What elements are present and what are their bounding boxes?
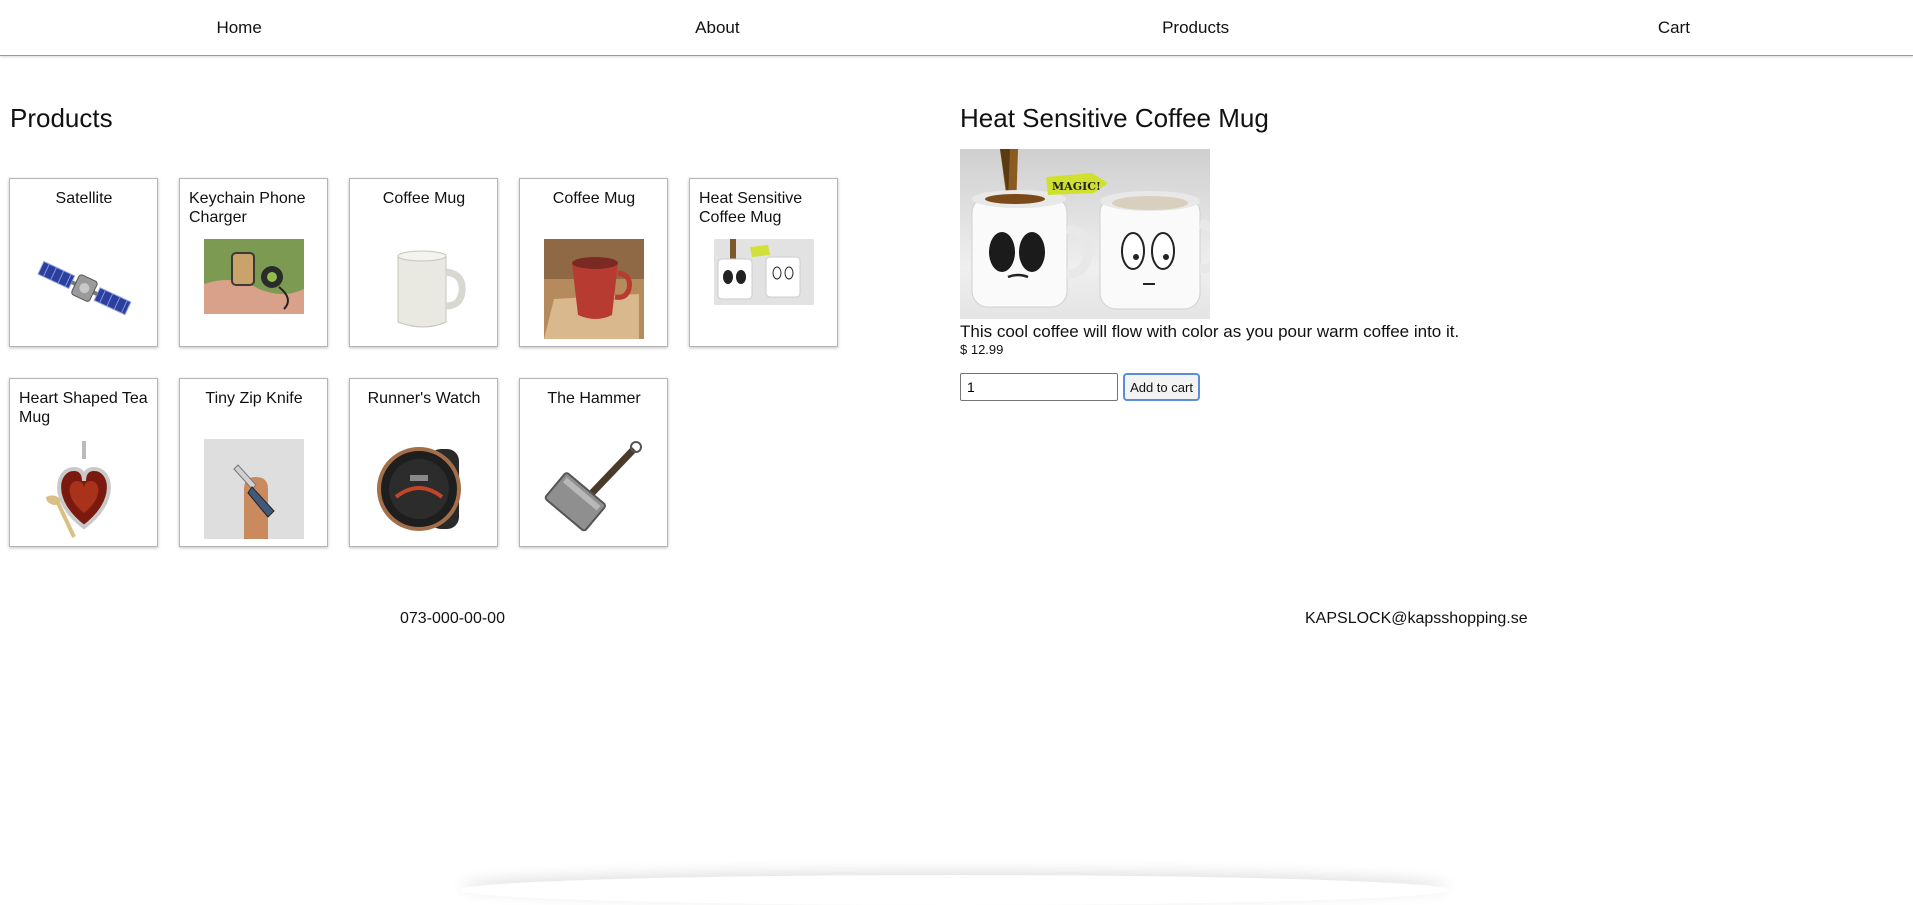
heart-mug-image [34, 439, 134, 539]
product-card-coffee-mug[interactable]: Coffee Mug [349, 178, 498, 347]
add-to-cart-button[interactable]: Add to cart [1123, 373, 1200, 401]
bottom-shadow-decoration [460, 875, 1450, 905]
product-card-runners-watch[interactable]: Runner's Watch [349, 378, 498, 547]
product-name: Coffee Mug [552, 190, 636, 207]
product-detail-title: Heat Sensitive Coffee Mug [960, 103, 1269, 133]
red-mug-image [544, 239, 644, 339]
quantity-input[interactable] [960, 373, 1118, 401]
watch-image [374, 439, 474, 539]
top-nav: Home About Products Cart [0, 0, 1913, 56]
nav-about[interactable]: About [478, 0, 956, 55]
product-name: The Hammer [547, 390, 641, 407]
satellite-image [34, 239, 134, 339]
svg-text:MAGIC!: MAGIC! [1052, 180, 1101, 193]
product-card-keychain-charger[interactable]: Keychain Phone Charger [179, 178, 328, 347]
zip-knife-image [204, 439, 304, 539]
product-name: Coffee Mug [382, 190, 466, 207]
product-description: This cool coffee will flow with color as… [960, 322, 1460, 341]
white-mug-image [374, 239, 474, 339]
product-name: Runner's Watch [367, 390, 481, 407]
hammer-image [544, 439, 644, 539]
product-card-heart-mug[interactable]: Heart Shaped Tea Mug [9, 378, 158, 547]
footer-phone: 073-000-00-00 [400, 610, 505, 627]
product-card-hammer[interactable]: The Hammer [519, 378, 668, 547]
product-name: Satellite [55, 190, 113, 207]
product-name: Tiny Zip Knife [205, 390, 303, 407]
keychain-charger-image [204, 239, 304, 314]
product-name: Heart Shaped Tea Mug [19, 390, 148, 426]
product-card-zip-knife[interactable]: Tiny Zip Knife [179, 378, 328, 547]
product-price: $ 12.99 [960, 342, 1004, 357]
product-card-satellite[interactable]: Satellite [9, 178, 158, 347]
nav-products[interactable]: Products [957, 0, 1435, 55]
heat-mug-detail-image: MAGIC! [960, 149, 1210, 319]
heat-mug-image [714, 239, 814, 305]
product-card-heat-mug[interactable]: Heat Sensitive Coffee Mug [689, 178, 838, 347]
nav-home[interactable]: Home [0, 0, 478, 55]
product-card-coffee-mug-red[interactable]: Coffee Mug [519, 178, 668, 347]
footer-email: KAPSLOCK@kapsshopping.se [1305, 610, 1528, 627]
nav-cart[interactable]: Cart [1435, 0, 1913, 55]
product-name: Heat Sensitive Coffee Mug [699, 190, 803, 226]
product-name: Keychain Phone Charger [189, 190, 306, 226]
products-heading: Products [10, 103, 113, 133]
